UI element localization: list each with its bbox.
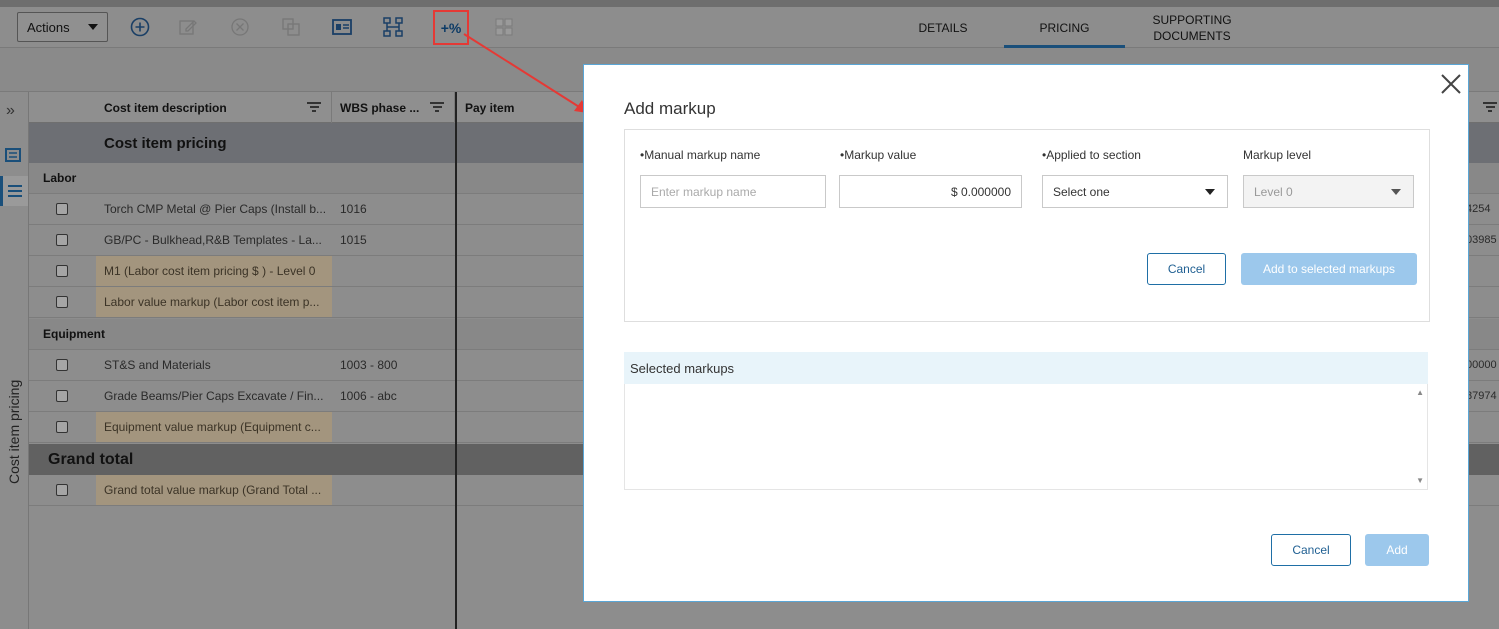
cell-description: Grade Beams/Pier Caps Excavate / Fin... xyxy=(104,389,324,403)
cell-wbs: 1003 - 800 xyxy=(340,358,398,372)
chevron-down-icon xyxy=(1205,189,1215,195)
tab-details[interactable]: DETAILS xyxy=(905,7,981,48)
hierarchy-icon[interactable] xyxy=(382,16,404,38)
row-checkbox[interactable] xyxy=(56,234,68,246)
tab-pricing[interactable]: PRICING xyxy=(1004,7,1125,48)
cell-edge-value: 87974 xyxy=(1466,390,1497,402)
column-header-wbs[interactable]: WBS phase ... xyxy=(332,92,455,123)
markup-level-label: Markup level xyxy=(1243,148,1312,162)
tab-pricing-label: PRICING xyxy=(1039,20,1090,35)
column-header-wbs-label: WBS phase ... xyxy=(340,100,420,115)
markup-value-text: $ 0.000000 xyxy=(950,184,1011,199)
add-circle-icon[interactable] xyxy=(129,16,151,38)
applied-section-select[interactable]: Select one xyxy=(1042,175,1228,208)
chevron-down-icon xyxy=(88,24,98,30)
row-checkbox[interactable] xyxy=(56,421,68,433)
add-to-selected-markups-button[interactable]: Add to selected markups xyxy=(1241,253,1417,285)
cell-description: Torch CMP Metal @ Pier Caps (Install b..… xyxy=(104,202,327,216)
applied-section-label-text: Applied to section xyxy=(1046,148,1141,162)
tab-supporting-documents[interactable]: SUPPORTING DOCUMENTS xyxy=(1146,7,1238,48)
cell-wbs: 1015 xyxy=(340,233,367,247)
top-strip xyxy=(0,0,1499,7)
row-checkbox[interactable] xyxy=(56,484,68,496)
copy-icon[interactable] xyxy=(280,16,302,38)
cancel-label: Cancel xyxy=(1292,543,1330,557)
applied-section-label: •Applied to section xyxy=(1042,148,1141,162)
cell-description: Labor value markup (Labor cost item p... xyxy=(96,287,332,317)
applied-section-value: Select one xyxy=(1053,184,1110,199)
column-header-description-label: Cost item description xyxy=(104,100,227,115)
scroll-up-icon[interactable]: ▲ xyxy=(1416,388,1424,397)
cell-description: ST&S and Materials xyxy=(104,358,211,372)
column-header-description[interactable]: Cost item description xyxy=(96,92,332,123)
markup-entry-panel: •Manual markup name Enter markup name •M… xyxy=(624,129,1430,322)
cancel-entry-button[interactable]: Cancel xyxy=(1147,253,1226,285)
row-checkbox[interactable] xyxy=(56,203,68,215)
percent-plus-icon: +% xyxy=(440,19,462,36)
actions-dropdown[interactable]: Actions xyxy=(17,12,108,42)
markup-level-select[interactable]: Level 0 xyxy=(1243,175,1414,208)
group-label: Equipment xyxy=(43,327,105,341)
add-label: Add xyxy=(1386,543,1408,557)
scroll-down-icon[interactable]: ▼ xyxy=(1416,476,1424,485)
markup-name-label: •Manual markup name xyxy=(640,148,760,162)
annotation-arrow xyxy=(463,33,588,113)
markup-value-label-text: Markup value xyxy=(844,148,917,162)
cell-description: M1 (Labor cost item pricing $ ) - Level … xyxy=(96,256,332,286)
markup-level-value: Level 0 xyxy=(1254,184,1293,199)
row-checkbox[interactable] xyxy=(56,296,68,308)
cell-edge-value: 03985 xyxy=(1466,234,1497,246)
section-title: Cost item pricing xyxy=(104,134,227,152)
selected-markups-label: Selected markups xyxy=(630,360,735,376)
markup-value-input[interactable]: $ 0.000000 xyxy=(839,175,1022,208)
add-button[interactable]: Add xyxy=(1365,534,1429,566)
filter-icon[interactable] xyxy=(307,102,321,112)
filter-icon[interactable] xyxy=(430,102,444,112)
rail-vertical-label: Cost item pricing xyxy=(6,379,22,484)
cell-edge-value: 4254 xyxy=(1466,203,1491,215)
table-view-icon[interactable] xyxy=(331,16,353,38)
cell-wbs: 1016 xyxy=(340,202,367,216)
dialog-title: Add markup xyxy=(624,99,716,118)
row-checkbox[interactable] xyxy=(56,390,68,402)
frozen-column-divider xyxy=(455,92,457,629)
chevron-down-icon xyxy=(1391,189,1401,195)
add-markup-dialog: Add markup •Manual markup name Enter mar… xyxy=(583,64,1469,602)
cell-description: GB/PC - Bulkhead,R&B Templates - La... xyxy=(104,233,322,247)
cell-description: Equipment value markup (Equipment c... xyxy=(96,412,332,442)
grand-total-label: Grand total xyxy=(48,450,134,468)
cell-wbs: 1006 - abc xyxy=(340,389,397,403)
selected-markups-list[interactable]: ▲ ▼ xyxy=(624,384,1428,490)
list-view-icon[interactable] xyxy=(0,176,28,206)
add-to-selected-label: Add to selected markups xyxy=(1262,262,1396,276)
left-rail: » Cost item pricing xyxy=(0,92,29,629)
cancel-button[interactable]: Cancel xyxy=(1271,534,1351,566)
selected-markups-header: Selected markups xyxy=(624,352,1428,384)
cell-edge-value: 00000 xyxy=(1466,359,1497,371)
markup-name-label-text: Manual markup name xyxy=(644,148,761,162)
group-label: Labor xyxy=(43,171,77,185)
cell-description: Grand total value markup (Grand Total ..… xyxy=(96,475,332,505)
markup-name-input[interactable]: Enter markup name xyxy=(640,175,826,208)
filter-icon[interactable] xyxy=(1483,102,1497,112)
cancel-entry-label: Cancel xyxy=(1167,262,1206,276)
row-checkbox[interactable] xyxy=(56,359,68,371)
markup-name-placeholder: Enter markup name xyxy=(651,184,757,199)
expand-chevron-icon[interactable]: » xyxy=(6,102,15,120)
actions-label: Actions xyxy=(27,19,70,35)
toolbar: Actions +% DETAILS PRICING SUPPORTING DO… xyxy=(0,7,1499,48)
cancel-circle-icon[interactable] xyxy=(229,16,251,38)
close-icon[interactable] xyxy=(1438,71,1464,97)
tab-supporting-documents-label: SUPPORTING DOCUMENTS xyxy=(1152,12,1232,43)
edit-icon[interactable] xyxy=(177,16,199,38)
swap-rows-icon[interactable] xyxy=(5,148,21,162)
row-checkbox[interactable] xyxy=(56,265,68,277)
tab-details-label: DETAILS xyxy=(918,20,968,35)
markup-value-label: •Markup value xyxy=(840,148,916,162)
